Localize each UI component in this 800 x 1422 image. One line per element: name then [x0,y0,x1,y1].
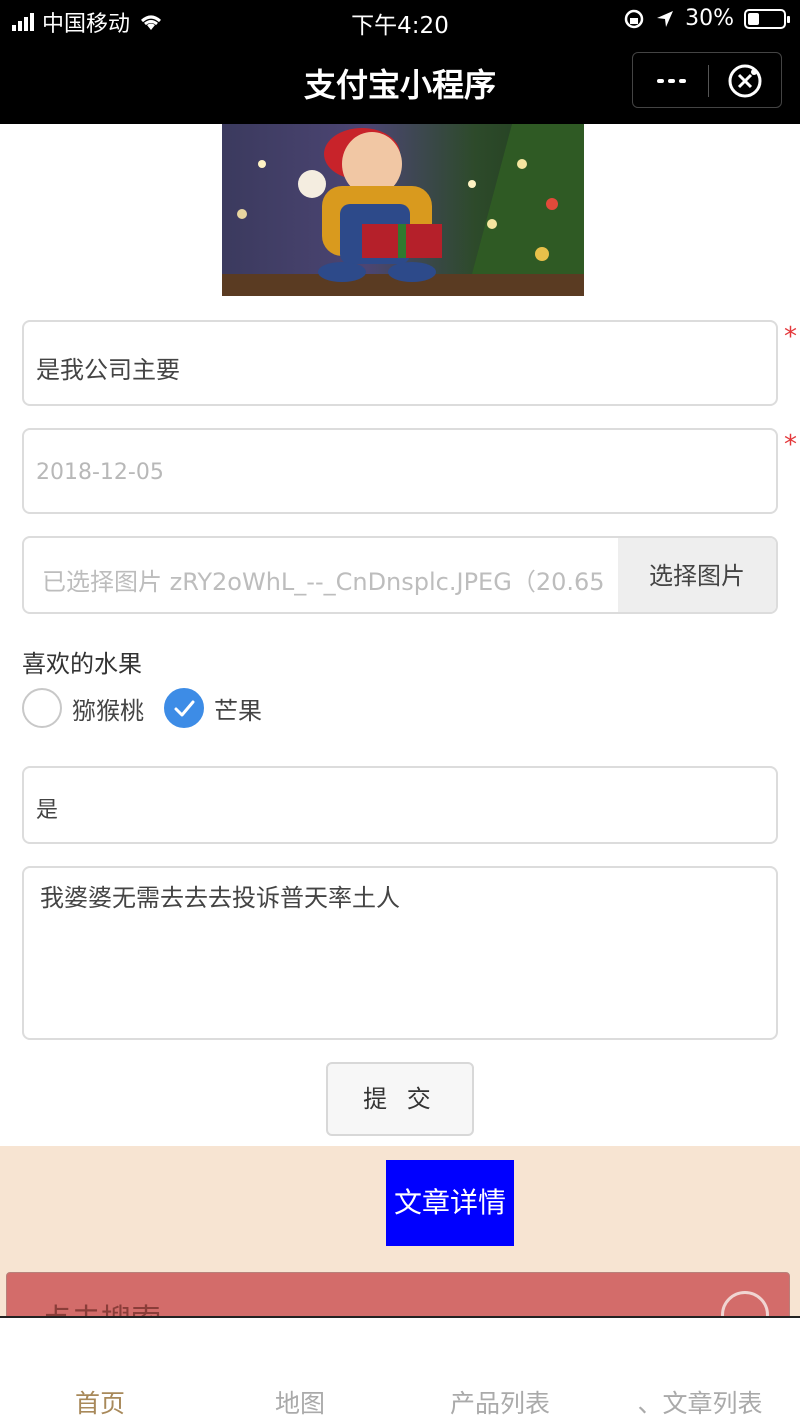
rotation-lock-icon [624,9,644,28]
tab-home[interactable]: 首页 [0,1384,200,1420]
tab-map[interactable]: 地图 [200,1384,400,1420]
nav-bar: 支付宝小程序 [0,40,800,124]
radio-kiwi[interactable] [22,688,62,728]
battery-percent: 30% [685,6,734,31]
close-icon[interactable] [727,63,763,99]
child-christmas-illustration [222,124,584,296]
hero-photo [222,124,584,296]
capsule-menu [632,52,782,108]
submit-button[interactable]: 提 交 [326,1062,474,1136]
required-mark: * [784,322,797,352]
radio-mango-label: 芒果 [214,696,262,725]
status-right: 30% [623,6,790,31]
text-input-value: 是 [36,798,59,823]
fruit-label: 喜欢的水果 [22,650,142,678]
textarea-value: 我婆婆无需去去去投诉普天率土人 [40,884,400,912]
choose-image-button[interactable]: 选择图片 [618,538,776,612]
article-detail-button[interactable]: 文章详情 [386,1160,514,1246]
tab-products[interactable]: 产品列表 [400,1384,600,1420]
location-icon [657,10,674,27]
date-placeholder: 2018-12-05 [36,460,164,485]
article-section: 文章详情 点击搜索 [0,1146,800,1332]
text-input[interactable]: 是 [22,766,778,844]
battery-icon [744,8,790,29]
date-picker[interactable]: 2018-12-05 [22,428,778,514]
tab-articles[interactable]: 、文章列表 [600,1384,800,1420]
required-mark: * [784,430,797,460]
more-icon[interactable] [653,69,689,93]
fruit-radio-group: 猕猴桃 芒果 [22,688,282,728]
comment-textarea[interactable]: 我婆婆无需去去去投诉普天率土人 [22,866,778,1040]
image-upload-field: 已选择图片 zRY2oWhL_--_CnDnsplc.JPEG（20.65 选择… [22,536,778,614]
tab-bar: 首页 地图 产品列表 、文章列表 [0,1316,800,1422]
status-bar: 中国移动 下午4:20 30% [0,0,800,40]
capsule-divider [708,65,709,97]
check-icon [174,700,195,717]
selected-file-name: 已选择图片 zRY2oWhL_--_CnDnsplc.JPEG（20.65 [42,568,605,596]
radio-kiwi-label: 猕猴桃 [72,696,144,725]
name-value: 是我公司主要 [36,356,180,384]
radio-mango[interactable] [164,688,204,728]
name-field[interactable]: 是我公司主要 [22,320,778,406]
